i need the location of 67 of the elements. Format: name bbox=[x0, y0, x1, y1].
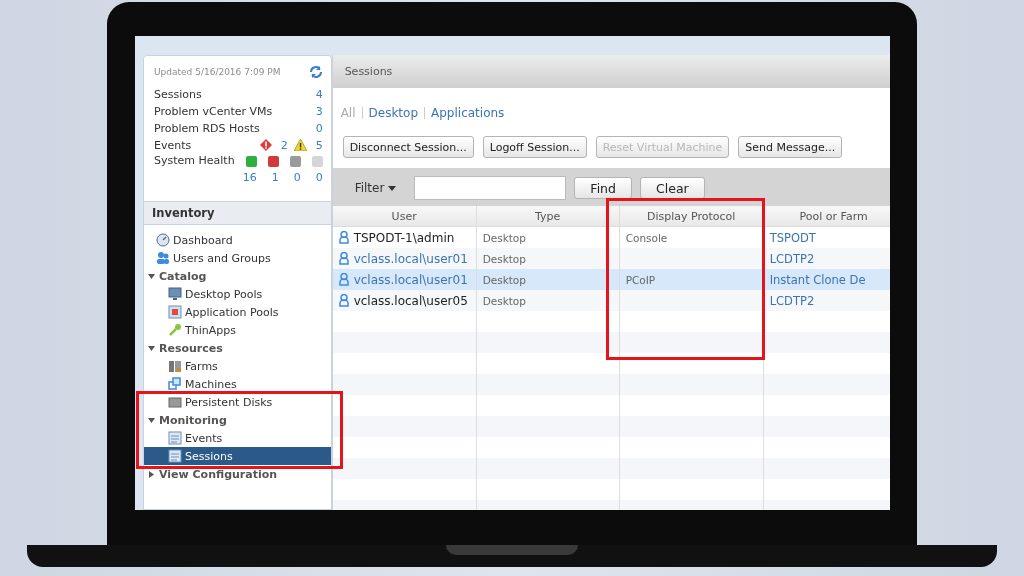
stat-count[interactable]: 0 bbox=[312, 121, 323, 135]
column-header[interactable]: User bbox=[332, 206, 476, 227]
find-button[interactable]: Find bbox=[574, 177, 632, 199]
error-count[interactable]: 2 bbox=[277, 138, 288, 152]
health-count[interactable]: 0 bbox=[290, 171, 301, 184]
table-cell[interactable]: vclass.local\user01 bbox=[332, 269, 476, 290]
column-header[interactable]: Pool or Farm bbox=[763, 206, 890, 227]
action-button[interactable]: Logoff Session... bbox=[482, 136, 587, 158]
cell-text: vclass.local\user01 bbox=[353, 272, 468, 287]
tree-item[interactable]: Application Pools bbox=[144, 303, 331, 321]
table-cell[interactable]: Desktop bbox=[476, 269, 619, 290]
tree-group-label[interactable]: View Configuration bbox=[159, 467, 278, 481]
table-cell[interactable]: vclass.local\user05 bbox=[332, 290, 476, 311]
cell-text: vclass.local\user05 bbox=[353, 293, 468, 308]
table-cell[interactable]: vclass.local\user01 bbox=[332, 248, 476, 269]
filter-tab[interactable]: Desktop bbox=[368, 106, 419, 120]
cell-text: vclass.local\user01 bbox=[353, 251, 468, 266]
tree-item[interactable]: Events bbox=[144, 429, 331, 447]
tree-item[interactable]: Users and Groups bbox=[144, 249, 331, 267]
filter-dropdown[interactable]: Filter bbox=[354, 181, 397, 195]
stat-count[interactable]: 3 bbox=[312, 104, 323, 118]
table-cell[interactable]: LCDTP2 bbox=[763, 248, 890, 269]
column-header[interactable]: Type bbox=[476, 206, 619, 227]
table-cell[interactable]: Desktop bbox=[476, 248, 619, 269]
cell-text: Console bbox=[625, 231, 668, 244]
cell-text: LCDTP2 bbox=[769, 251, 815, 266]
stat-count[interactable]: 4 bbox=[312, 87, 323, 101]
table-cell[interactable]: Instant Clone De bbox=[763, 269, 890, 290]
cell-text: TSPODT-1\admin bbox=[353, 230, 455, 245]
column-header[interactable]: Display Protocol bbox=[619, 206, 763, 227]
tree-group-label[interactable]: Monitoring bbox=[159, 413, 227, 427]
cell-text: Instant Clone De bbox=[769, 272, 866, 287]
cell-text: Desktop bbox=[482, 252, 526, 265]
stat-label: Sessions bbox=[154, 87, 203, 101]
inventory-header: Inventory bbox=[143, 202, 332, 225]
table-cell[interactable]: LCDTP2 bbox=[763, 290, 890, 311]
cell-text: Desktop bbox=[482, 231, 526, 244]
stat-label: Problem vCenter VMs bbox=[154, 104, 274, 118]
action-button[interactable]: Disconnect Session... bbox=[342, 136, 474, 158]
tree-group-label[interactable]: Catalog bbox=[159, 269, 207, 283]
panel-title: Sessions bbox=[332, 55, 890, 88]
health-count[interactable]: 16 bbox=[242, 171, 257, 184]
stat-label: Problem RDS Hosts bbox=[154, 121, 261, 135]
tree-item[interactable]: Desktop Pools bbox=[144, 285, 331, 303]
warning-count[interactable]: 5 bbox=[312, 138, 323, 152]
table-cell[interactable]: PCoIP bbox=[619, 269, 763, 290]
action-button[interactable]: Send Message... bbox=[738, 136, 843, 158]
cell-text: TSPODT bbox=[769, 230, 816, 245]
tree-item[interactable]: Machines bbox=[144, 375, 331, 393]
updated-timestamp: Updated 5/16/2016 7:09 PM bbox=[154, 67, 282, 77]
clear-button[interactable]: Clear bbox=[640, 177, 705, 199]
tree-group-label[interactable]: Resources bbox=[159, 341, 223, 355]
tree-item[interactable]: ThinApps bbox=[144, 321, 331, 339]
health-count[interactable]: 0 bbox=[312, 171, 323, 184]
filter-tab[interactable]: Applications bbox=[431, 106, 505, 120]
table-cell[interactable]: Desktop bbox=[476, 290, 619, 311]
stat-label: Events bbox=[154, 138, 193, 152]
cell-text: PCoIP bbox=[625, 273, 656, 286]
tree-item[interactable]: Persistent Disks bbox=[144, 393, 331, 411]
cell-text: LCDTP2 bbox=[769, 293, 815, 308]
health-count[interactable]: 1 bbox=[268, 171, 279, 184]
tree-item[interactable]: Farms bbox=[144, 357, 331, 375]
cell-text: Desktop bbox=[482, 273, 526, 286]
stat-label: System Health bbox=[154, 154, 235, 167]
tree-item[interactable]: Dashboard bbox=[144, 231, 331, 249]
tree-item[interactable]: Sessions bbox=[144, 447, 331, 465]
cell-text: Desktop bbox=[482, 294, 526, 307]
